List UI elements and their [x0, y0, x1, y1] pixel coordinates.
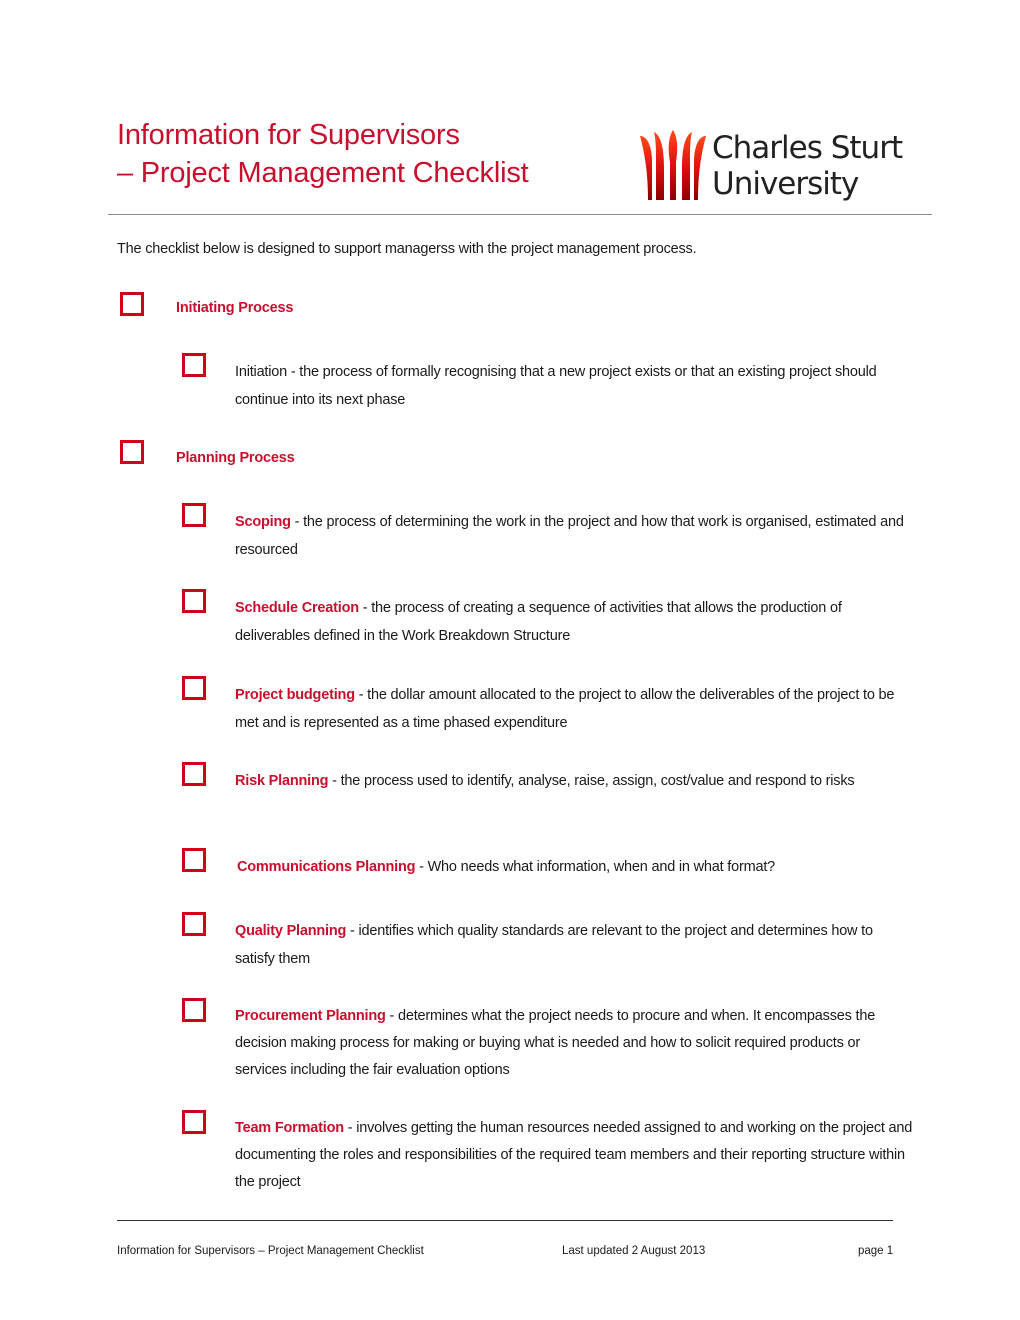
item-description: - Who needs what information, when and i…: [415, 859, 776, 875]
checklist-item-schedule-creation: Schedule Creation - the process of creat…: [235, 594, 915, 650]
checklist-item-project-budgeting: Project budgeting - the dollar amount al…: [235, 681, 915, 737]
item-term: Team Formation: [235, 1120, 344, 1136]
footer-page-number: page 1: [858, 1245, 894, 1257]
item-term: Project budgeting: [235, 687, 355, 703]
title-line-1: Information for Supervisors: [117, 119, 460, 151]
checklist-item-procurement-planning: Procurement Planning - determines what t…: [235, 1003, 915, 1084]
item-description: - the process of determining the work in…: [235, 514, 904, 558]
section-heading-planning: Planning Process: [176, 450, 295, 466]
checkbox-project-budgeting[interactable]: [182, 676, 206, 700]
footer-last-updated: Last updated 2 August 2013: [562, 1245, 706, 1257]
checklist-item-initiation: Initiation - the process of formally rec…: [235, 358, 915, 414]
checklist-item-team-formation: Team Formation - involves getting the hu…: [235, 1115, 915, 1196]
checkbox-scoping[interactable]: [182, 503, 206, 527]
checkbox-team-formation[interactable]: [182, 1110, 206, 1134]
checkbox-risk-planning[interactable]: [182, 762, 206, 786]
checklist-item-scoping: Scoping - the process of determining the…: [235, 508, 915, 564]
item-term: Procurement Planning: [235, 1008, 386, 1024]
checklist-item-quality-planning: Quality Planning - identifies which qual…: [235, 917, 915, 973]
item-term: Risk Planning: [235, 773, 329, 789]
checkbox-initiation[interactable]: [182, 353, 206, 377]
csu-tulip-icon: [640, 130, 706, 200]
document-title: Information for Supervisors – Project Ma…: [117, 116, 529, 192]
title-line-2: – Project Management Checklist: [117, 157, 529, 189]
section-heading-initiating: Initiating Process: [176, 300, 294, 316]
footer-doc-title: Information for Supervisors – Project Ma…: [117, 1245, 424, 1257]
university-logo: Charles Sturt University: [638, 128, 928, 208]
item-term: Scoping: [235, 514, 291, 530]
checklist-item-risk-planning: Risk Planning - the process used to iden…: [235, 767, 915, 795]
checkbox-communications-planning[interactable]: [182, 848, 206, 872]
checkbox-initiating-process[interactable]: [120, 292, 144, 316]
item-description: - the process used to identify, analyse,…: [328, 773, 855, 789]
header-divider: [108, 214, 932, 215]
item-description: Initiation - the process of formally rec…: [235, 364, 877, 408]
intro-text: The checklist below is designed to suppo…: [117, 241, 697, 257]
footer-divider: [117, 1220, 893, 1221]
checkbox-planning-process[interactable]: [120, 440, 144, 464]
checkbox-procurement-planning[interactable]: [182, 998, 206, 1022]
checkbox-quality-planning[interactable]: [182, 912, 206, 936]
logo-line-2: University: [712, 166, 859, 202]
item-term: Communications Planning: [237, 859, 416, 875]
checklist-item-communications-planning: Communications Planning - Who needs what…: [237, 853, 917, 881]
item-term: Quality Planning: [235, 923, 347, 939]
logo-wordmark: Charles Sturt University: [712, 130, 903, 202]
checkbox-schedule-creation[interactable]: [182, 589, 206, 613]
logo-line-1: Charles Sturt: [712, 130, 903, 166]
item-term: Schedule Creation: [235, 600, 359, 616]
